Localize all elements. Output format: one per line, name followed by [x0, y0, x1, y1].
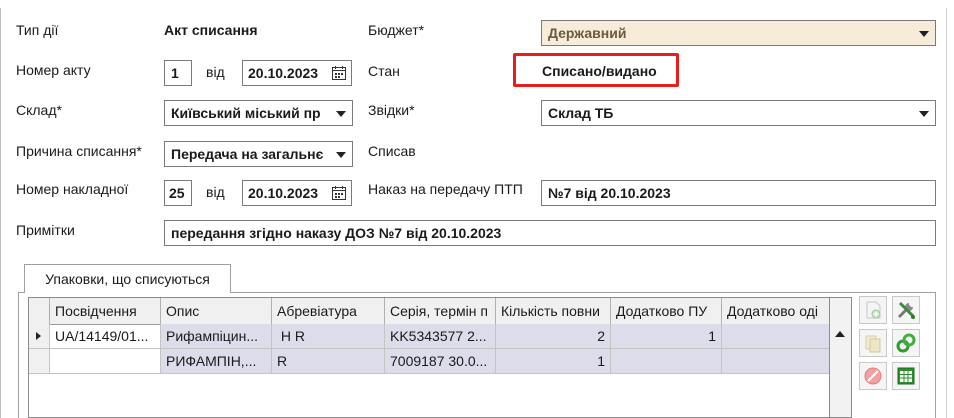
table-cell[interactable]: Рифампіцин...: [161, 324, 272, 349]
add-document-icon: [866, 301, 881, 319]
invoice-date-value: 20.10.2023: [248, 185, 319, 201]
table-cell[interactable]: [722, 349, 829, 374]
order-value: №7 від 20.10.2023: [548, 185, 671, 201]
calendar-icon[interactable]: [331, 185, 347, 201]
column-header[interactable]: Опис: [161, 298, 272, 324]
tools-icon: [897, 301, 915, 319]
table-cell[interactable]: РИФАМПІН,...: [161, 349, 272, 374]
copy-icon: [865, 335, 881, 353]
budget-dropdown[interactable]: Державний: [541, 20, 936, 46]
spreadsheet-button[interactable]: [892, 362, 920, 390]
highlight-frame: [513, 53, 679, 87]
invoice-date-input[interactable]: 20.10.2023: [242, 180, 352, 206]
column-header[interactable]: Серія, термін п: [385, 298, 496, 324]
settings-button[interactable]: [892, 296, 920, 324]
column-header[interactable]: Кількість повни: [496, 298, 611, 324]
no-entry-icon: [864, 367, 882, 385]
column-header[interactable]: Посвідчення: [50, 298, 161, 324]
chevron-down-icon[interactable]: [919, 31, 929, 37]
window-edge: [0, 0, 1, 418]
warehouse-value: Київський міський пр: [171, 105, 321, 121]
chevron-down-icon[interactable]: [336, 152, 346, 158]
warehouse-label: Склад*: [16, 102, 62, 118]
written-off-label: Списав: [368, 143, 416, 159]
header-indicator: [29, 298, 50, 324]
type-label: Тип дії: [16, 22, 59, 38]
budget-label: Бюджет*: [368, 22, 425, 38]
order-input[interactable]: №7 від 20.10.2023: [541, 180, 936, 206]
packages-table: Посвідчення Опис Абревіатура Серія, терм…: [28, 297, 830, 418]
invoice-number-input[interactable]: 25: [164, 180, 192, 206]
calendar-icon[interactable]: [331, 65, 347, 81]
link-icon: [896, 333, 916, 353]
act-date-input[interactable]: 20.10.2023: [242, 60, 352, 86]
source-dropdown[interactable]: Склад ТБ: [541, 100, 936, 126]
table-cell[interactable]: KK5343577 2...: [385, 324, 496, 349]
act-number-input[interactable]: 1: [164, 60, 192, 86]
table-cell[interactable]: 1: [611, 324, 722, 349]
table-cell[interactable]: H R: [272, 324, 385, 349]
budget-value: Державний: [548, 25, 627, 41]
source-value: Склад ТБ: [548, 105, 614, 121]
table-cell[interactable]: 1: [496, 349, 611, 374]
copy-button[interactable]: [859, 329, 887, 357]
type-value: Акт списання: [164, 22, 258, 38]
notes-input[interactable]: передання згідно наказу ДОЗ №7 від 20.10…: [164, 220, 936, 246]
state-label: Стан: [368, 63, 400, 79]
delete-button[interactable]: [859, 362, 887, 390]
invoice-number-value: 25: [169, 185, 185, 201]
notes-value: передання згідно наказу ДОЗ №7 від 20.10…: [171, 225, 502, 241]
table-cell[interactable]: [50, 349, 161, 374]
invoice-from-label: від: [206, 184, 225, 200]
column-header[interactable]: Абревіатура: [272, 298, 385, 324]
tab-packages[interactable]: Упаковки, що списуються: [24, 264, 231, 293]
scroll-up-icon[interactable]: [835, 331, 845, 337]
act-from-label: від: [206, 64, 225, 80]
table-cell[interactable]: [611, 349, 722, 374]
reason-dropdown[interactable]: Передача на загальнє: [164, 141, 353, 167]
act-number-value: 1: [171, 65, 179, 81]
table-vertical-scrollbar[interactable]: [830, 297, 852, 418]
window-right-edge: [946, 8, 954, 418]
reason-label: Причина списання*: [16, 143, 142, 159]
table-cell[interactable]: 2: [496, 324, 611, 349]
table-row[interactable]: РИФАМПІН,... R 7009187 30.0... 1: [29, 349, 829, 374]
order-label: Наказ на передачу ПТП: [368, 181, 523, 197]
act-date-value: 20.10.2023: [248, 65, 319, 81]
current-row-arrow-icon: [36, 332, 41, 340]
table-cell[interactable]: [722, 324, 829, 349]
act-number-label: Номер акту: [16, 62, 91, 78]
warehouse-dropdown[interactable]: Київський міський пр: [164, 100, 353, 126]
link-button[interactable]: [892, 329, 920, 357]
table-cell[interactable]: UA/14149/01...: [50, 324, 161, 349]
column-header[interactable]: Додатково оді: [722, 298, 829, 324]
table-cell[interactable]: 7009187 30.0...: [385, 349, 496, 374]
table-cell[interactable]: R: [272, 349, 385, 374]
row-indicator: [29, 349, 50, 374]
table-row[interactable]: UA/14149/01... Рифампіцин... H R KK53435…: [29, 324, 829, 349]
table-header: Посвідчення Опис Абревіатура Серія, терм…: [29, 298, 829, 325]
reason-value: Передача на загальнє: [171, 146, 324, 162]
notes-label: Примітки: [16, 222, 75, 238]
column-header[interactable]: Додатково ПУ: [611, 298, 722, 324]
spreadsheet-icon: [897, 367, 915, 385]
invoice-label: Номер накладної: [16, 181, 129, 197]
source-label: Звідки*: [368, 102, 415, 118]
window-top-edge: [0, 0, 954, 8]
chevron-down-icon[interactable]: [919, 111, 929, 117]
chevron-down-icon[interactable]: [336, 111, 346, 117]
row-indicator: [29, 324, 50, 349]
add-row-button[interactable]: [859, 296, 887, 324]
